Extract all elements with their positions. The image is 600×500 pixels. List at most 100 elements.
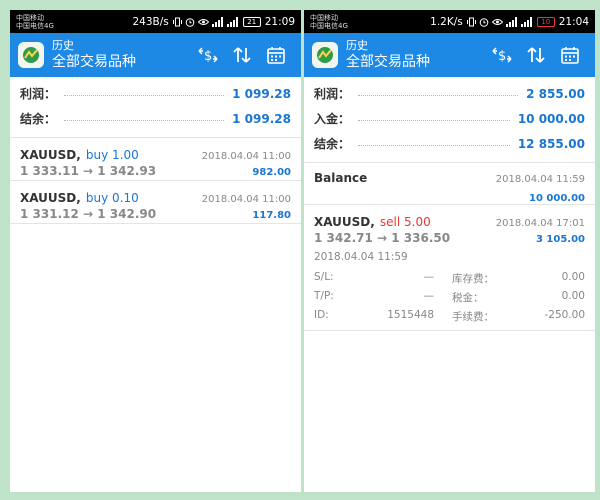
alarm-icon xyxy=(479,17,489,27)
detail-value: — xyxy=(423,290,435,302)
carrier-info: 中国移动 中国电信4G xyxy=(310,14,370,30)
dotted-leader xyxy=(358,120,510,121)
trade-prices: 1 342.71 → 1 336.50 xyxy=(314,231,451,245)
detail-label: 税金： xyxy=(452,292,484,304)
svg-text:$: $ xyxy=(498,49,506,64)
detail-value: 0.00 xyxy=(561,290,585,302)
balance-row[interactable]: Balance 2018.04.04 11:59 10 000.00 xyxy=(304,163,595,205)
summary-section: 利润： 2 855.00 入金： 10 000.00 结余： 12 855.00 xyxy=(304,77,595,163)
summary-label: 利润： xyxy=(314,87,351,101)
trade-side: buy 0.10 xyxy=(85,191,139,205)
svg-text:$: $ xyxy=(204,49,212,64)
detail-value: — xyxy=(423,271,435,283)
trade-time: 2018.04.04 17:01 xyxy=(495,218,585,229)
page-title: 历史 xyxy=(346,39,368,52)
carrier-line-1: 中国移动 xyxy=(16,13,44,22)
summary-value: 10 000.00 xyxy=(517,111,585,126)
calendar-icon[interactable] xyxy=(553,38,587,72)
symbol-filter[interactable]: 全部交易品种 xyxy=(346,53,485,71)
trade-symbol: XAUUSD, xyxy=(20,191,81,205)
detail-value: -250.00 xyxy=(544,309,585,321)
balance-amount: 10 000.00 xyxy=(529,193,585,204)
trade-prices: 1 333.11 → 1 342.93 xyxy=(20,164,157,178)
summary-value: 1 099.28 xyxy=(232,86,291,101)
trade-details: S/L: — 库存费： 0.00 T/P: — 税金： 0.00 ID: 151… xyxy=(314,271,585,324)
dollar-swap-icon[interactable]: $ xyxy=(191,38,225,72)
signal-icon xyxy=(211,16,223,27)
carrier-line-1: 中国移动 xyxy=(310,13,338,22)
network-speed: 243B/s xyxy=(132,15,169,28)
battery-icon: 21 xyxy=(242,16,261,27)
status-bar: 中国移动 中国电信4G 1.2K/s 10 21:04 xyxy=(304,10,595,33)
trade-symbol: XAUUSD, xyxy=(20,148,81,162)
trade-time: 2018.04.04 11:00 xyxy=(201,194,291,205)
dotted-leader xyxy=(358,145,510,146)
detail-value: 0.00 xyxy=(561,271,585,283)
network-speed: 1.2K/s xyxy=(430,15,463,28)
summary-row-balance: 结余： 12 855.00 xyxy=(304,131,595,156)
detail-label: 库存费： xyxy=(452,273,494,285)
battery-icon: 10 xyxy=(536,16,555,27)
history-screen-left: 中国移动 中国电信4G 243B/s 21 21:09 历史 全部交易品种 $ xyxy=(10,10,301,492)
detail-value: 1515448 xyxy=(387,309,434,321)
trade-open-time: 2018.04.04 11:59 xyxy=(314,251,408,263)
dotted-leader xyxy=(64,95,225,96)
trade-profit: 117.80 xyxy=(252,210,291,221)
dollar-swap-icon[interactable]: $ xyxy=(485,38,519,72)
trade-time: 2018.04.04 11:00 xyxy=(201,151,291,162)
balance-time: 2018.04.04 11:59 xyxy=(495,174,585,185)
app-logo-icon[interactable] xyxy=(312,42,338,68)
signal-icon xyxy=(505,16,517,27)
summary-label: 结余： xyxy=(20,112,57,126)
trade-profit: 3 105.00 xyxy=(535,234,585,245)
summary-row-balance: 结余： 1 099.28 xyxy=(10,106,301,131)
history-screen-right: 中国移动 中国电信4G 1.2K/s 10 21:04 历史 全部交易品种 $ xyxy=(304,10,595,492)
eye-icon xyxy=(491,18,503,25)
trade-side: buy 1.00 xyxy=(85,148,139,162)
trade-row[interactable]: XAUUSD, buy 0.10 2018.04.04 11:00 1 331.… xyxy=(10,181,301,224)
sort-icon[interactable] xyxy=(519,38,553,72)
signal-icon xyxy=(226,16,238,27)
signal-icon xyxy=(520,16,532,27)
detail-label: S/L: xyxy=(314,271,334,283)
calendar-icon[interactable] xyxy=(259,38,293,72)
clock: 21:04 xyxy=(558,15,589,28)
vibrate-icon xyxy=(466,17,476,26)
detail-label: ID: xyxy=(314,309,329,321)
sort-icon[interactable] xyxy=(225,38,259,72)
detail-label: T/P: xyxy=(314,290,334,302)
symbol-filter[interactable]: 全部交易品种 xyxy=(52,53,191,71)
summary-label: 入金： xyxy=(314,112,351,126)
trade-row[interactable]: XAUUSD, buy 1.00 2018.04.04 11:00 1 333.… xyxy=(10,138,301,181)
dotted-leader xyxy=(358,95,519,96)
app-logo-icon[interactable] xyxy=(18,42,44,68)
summary-section: 利润： 1 099.28 结余： 1 099.28 xyxy=(10,77,301,138)
balance-label: Balance xyxy=(314,171,368,185)
trade-side: sell 5.00 xyxy=(379,215,431,229)
summary-row-profit: 利润： 2 855.00 xyxy=(304,81,595,106)
summary-value: 1 099.28 xyxy=(232,111,291,126)
summary-value: 2 855.00 xyxy=(526,86,585,101)
trade-profit: 982.00 xyxy=(252,167,291,178)
summary-row-deposit: 入金： 10 000.00 xyxy=(304,106,595,131)
trade-prices: 1 331.12 → 1 342.90 xyxy=(20,207,157,221)
trade-row-expanded[interactable]: XAUUSD, sell 5.00 2018.04.04 17:01 1 342… xyxy=(304,205,595,331)
vibrate-icon xyxy=(172,17,182,26)
carrier-line-2: 中国电信4G xyxy=(310,21,348,30)
dotted-leader xyxy=(64,120,225,121)
detail-label: 手续费： xyxy=(452,311,494,323)
carrier-info: 中国移动 中国电信4G xyxy=(16,14,76,30)
trade-symbol: XAUUSD, xyxy=(314,215,375,229)
summary-row-profit: 利润： 1 099.28 xyxy=(10,81,301,106)
alarm-icon xyxy=(185,17,195,27)
status-bar: 中国移动 中国电信4G 243B/s 21 21:09 xyxy=(10,10,301,33)
app-bar: 历史 全部交易品种 $ xyxy=(10,33,301,77)
summary-label: 利润： xyxy=(20,87,57,101)
carrier-line-2: 中国电信4G xyxy=(16,21,54,30)
page-title: 历史 xyxy=(52,39,74,52)
summary-label: 结余： xyxy=(314,137,351,151)
eye-icon xyxy=(197,18,209,25)
clock: 21:09 xyxy=(264,15,295,28)
summary-value: 12 855.00 xyxy=(517,136,585,151)
app-bar: 历史 全部交易品种 $ xyxy=(304,33,595,77)
